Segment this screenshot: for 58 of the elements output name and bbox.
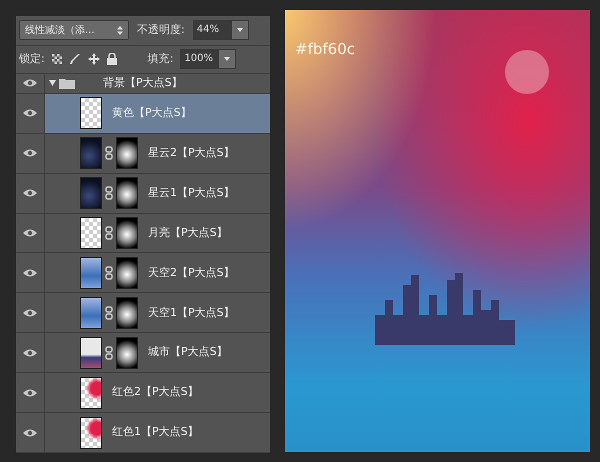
eye-icon[interactable] bbox=[22, 388, 38, 398]
eye-icon[interactable] bbox=[22, 78, 38, 88]
layer-name: 天空2【P大点S】 bbox=[148, 264, 235, 281]
dropdown-arrow-icon bbox=[236, 28, 243, 32]
chain-link-icon[interactable] bbox=[105, 266, 113, 280]
eye-icon[interactable] bbox=[22, 188, 38, 198]
chain-link-icon[interactable] bbox=[105, 226, 113, 240]
layer-row[interactable]: 月亮【P大点S】 bbox=[16, 214, 270, 254]
group-name: 背景【P大点S】 bbox=[103, 75, 183, 92]
mask-thumbnail bbox=[116, 256, 138, 289]
layer-name: 城市【P大点S】 bbox=[148, 344, 228, 360]
eye-icon[interactable] bbox=[22, 348, 38, 358]
expand-caret-icon[interactable] bbox=[49, 80, 56, 86]
layer-row[interactable]: 天空2【P大点S】 bbox=[16, 253, 270, 294]
chain-link-icon[interactable] bbox=[105, 186, 113, 200]
layer-name: 红色2【P大点S】 bbox=[112, 384, 199, 400]
lock-transparency-icon[interactable] bbox=[52, 54, 62, 64]
mask-thumbnail bbox=[116, 296, 138, 329]
layer-row[interactable]: 红色1【P大点S】 bbox=[16, 413, 270, 453]
move-icon[interactable] bbox=[88, 53, 100, 66]
lock-label: 锁定: bbox=[19, 51, 45, 68]
moon bbox=[505, 50, 549, 94]
chain-link-icon[interactable] bbox=[105, 146, 113, 160]
layer-row[interactable]: 星云1【P大点S】 bbox=[16, 174, 270, 214]
layer-name: 天空1【P大点S】 bbox=[148, 304, 235, 321]
layer-name: 星云1【P大点S】 bbox=[148, 184, 235, 201]
layer-row[interactable]: 天空1【P大点S】 bbox=[16, 293, 270, 334]
opacity-label: 不透明度: bbox=[137, 22, 185, 38]
dropdown-arrow-icon bbox=[224, 57, 230, 62]
mask-thumbnail bbox=[116, 217, 138, 249]
layer-row[interactable]: 城市【P大点S】 bbox=[16, 333, 270, 374]
color-code-text: #fbf60c bbox=[295, 39, 355, 60]
brush-icon[interactable] bbox=[68, 53, 81, 66]
chain-link-icon[interactable] bbox=[105, 346, 113, 360]
mask-thumbnail bbox=[116, 336, 138, 369]
layer-row[interactable]: 黄色【P大点S】 bbox=[16, 94, 270, 134]
mask-thumbnail bbox=[116, 177, 138, 210]
folder-icon bbox=[59, 78, 75, 89]
up-down-arrows-icon bbox=[117, 26, 123, 35]
layer-row[interactable]: 红色2【P大点S】 bbox=[16, 373, 270, 414]
eye-icon[interactable] bbox=[22, 228, 38, 238]
eye-icon[interactable] bbox=[22, 108, 38, 118]
eye-icon[interactable] bbox=[22, 268, 38, 278]
fill-field[interactable]: 100% bbox=[180, 49, 236, 70]
eye-icon[interactable] bbox=[22, 148, 38, 158]
layer-name: 星云2【P大点S】 bbox=[148, 144, 235, 161]
opacity-field[interactable]: 44% bbox=[192, 20, 249, 40]
fill-label: 填充: bbox=[148, 51, 174, 68]
mask-thumbnail bbox=[116, 137, 138, 170]
eye-icon[interactable] bbox=[22, 428, 38, 438]
eye-icon[interactable] bbox=[22, 308, 38, 318]
lock-icon[interactable] bbox=[106, 53, 117, 66]
layer-row[interactable]: 星云2【P大点S】 bbox=[16, 134, 270, 174]
layer-name: 红色1【P大点S】 bbox=[112, 424, 199, 440]
chain-link-icon[interactable] bbox=[105, 306, 113, 320]
layer-name: 黄色【P大点S】 bbox=[112, 105, 192, 122]
layer-name: 月亮【P大点S】 bbox=[148, 224, 228, 241]
blend-mode-dropdown[interactable]: 线性减淡（添... bbox=[19, 20, 129, 40]
